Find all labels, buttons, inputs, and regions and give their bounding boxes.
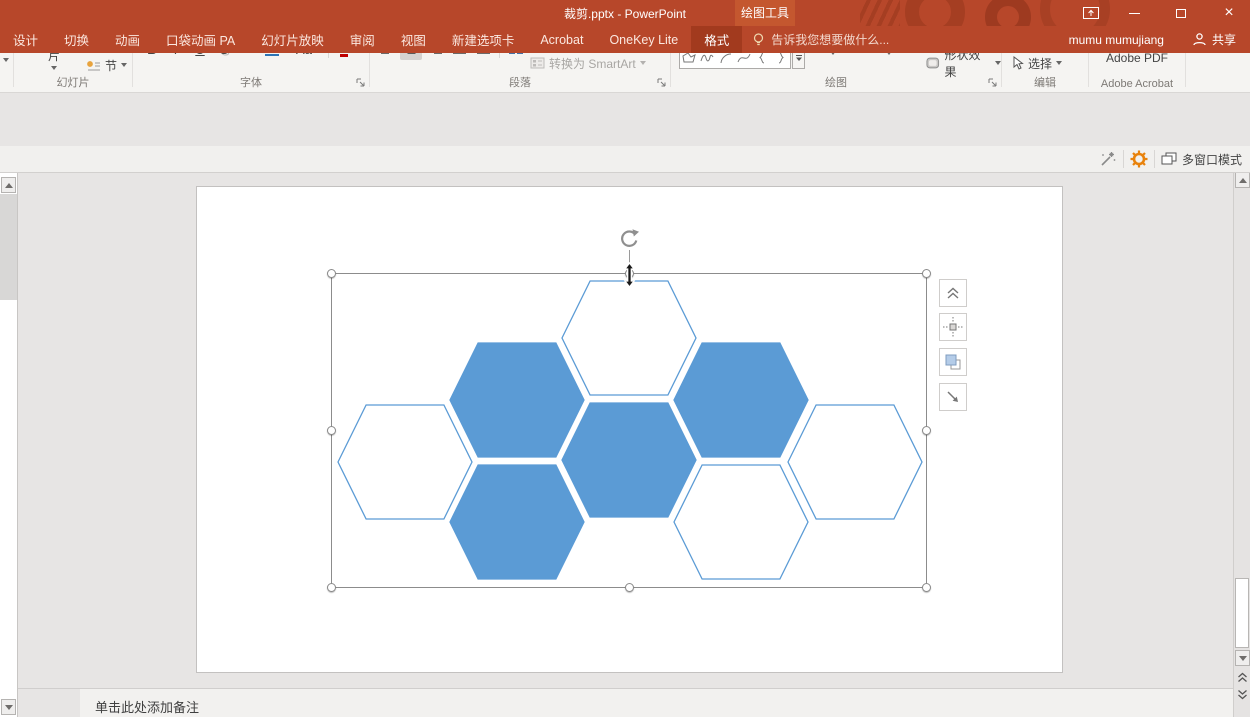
tab-5[interactable]: 幻灯片放映 <box>248 26 337 53</box>
tab-1[interactable]: 设计 <box>0 26 51 53</box>
minimize-button[interactable] <box>1117 0 1151 26</box>
tab-list: 设计切换动画口袋动画 PA幻灯片放映审阅视图新建选项卡AcrobatOneKey… <box>0 26 691 53</box>
right-scroll-up-button[interactable] <box>1235 172 1250 188</box>
cursor-arrow-icon <box>1010 56 1024 70</box>
tab-format[interactable]: 格式 <box>691 26 742 53</box>
smartart-icon <box>530 56 545 70</box>
window-title: 裁剪.pptx - PowerPoint <box>0 5 1250 22</box>
next-slide-button[interactable] <box>1235 687 1250 701</box>
position-center-button[interactable] <box>939 313 967 341</box>
acrobat-group-label: Adobe Acrobat <box>1089 78 1185 90</box>
tab-2[interactable]: 切换 <box>51 26 102 53</box>
left-scrollbar-thumb[interactable] <box>0 194 17 300</box>
notes-placeholder: 单击此处添加备注 <box>95 697 199 716</box>
tab-10[interactable]: OneKey Lite <box>596 26 691 53</box>
maximize-button[interactable] <box>1164 0 1198 26</box>
notes-gap <box>18 688 80 717</box>
section-label: 节 <box>105 57 117 74</box>
multi-window-label: 多窗口模式 <box>1182 151 1242 168</box>
account-area: mumu mumujiang 共享 <box>1069 26 1250 53</box>
shape-effects-button[interactable]: 形状效果 <box>925 52 1001 74</box>
minimize-icon <box>1129 13 1140 14</box>
double-chevron-up-icon <box>1237 672 1248 683</box>
double-chevron-down-icon <box>1237 689 1248 700</box>
chevron-down-icon <box>51 66 57 70</box>
position-icon <box>943 317 963 337</box>
notes-panel[interactable]: 单击此处添加备注 <box>80 688 1233 717</box>
divider <box>1154 150 1155 168</box>
gear-icon[interactable] <box>1130 150 1148 168</box>
double-chevron-up-icon <box>944 285 962 301</box>
convert-smartart-button[interactable]: 转换为 SmartArt <box>530 52 646 74</box>
drawing-dialog-launcher[interactable] <box>988 78 999 89</box>
left-scroll-down-button[interactable] <box>1 699 16 715</box>
user-name[interactable]: mumu mumujiang <box>1069 33 1164 47</box>
tab-7[interactable]: 视图 <box>388 26 439 53</box>
font-dialog-launcher[interactable] <box>356 78 367 89</box>
paragraph-dialog-launcher[interactable] <box>657 78 668 89</box>
magic-wand-icon[interactable] <box>1099 150 1117 168</box>
ns-resize-cursor <box>622 262 637 288</box>
tell-me-label: 告诉我您想要做什么... <box>771 31 889 48</box>
shape-effects-icon <box>925 56 941 70</box>
tell-me-box[interactable]: 告诉我您想要做什么... <box>742 26 899 53</box>
divider <box>1123 150 1124 168</box>
chevron-down-icon <box>995 61 1001 65</box>
selection-handle-top-right[interactable] <box>922 269 931 278</box>
chevron-down-icon <box>640 61 646 65</box>
selection-handle-bottom-left[interactable] <box>327 583 336 592</box>
left-scroll-up-button[interactable] <box>1 177 16 193</box>
context-tool-header: 绘图工具 <box>735 0 795 26</box>
right-scrollbar-thumb[interactable] <box>1235 578 1249 648</box>
multi-window-mode-button[interactable]: 多窗口模式 <box>1161 151 1242 168</box>
previous-slide-button[interactable] <box>1235 670 1250 684</box>
title-bar: 裁剪.pptx - PowerPoint 绘图工具 × <box>0 0 1250 26</box>
lightbulb-icon <box>752 32 765 48</box>
maximize-icon <box>1176 9 1186 18</box>
selection-handle-top-left[interactable] <box>327 269 336 278</box>
tab-4[interactable]: 口袋动画 PA <box>153 26 248 53</box>
tab-9[interactable]: Acrobat <box>527 26 596 53</box>
plugin-toolbar-strip: 多窗口模式 <box>0 146 1250 173</box>
chevron-down-icon[interactable] <box>3 58 9 62</box>
selection-handle-middle-right[interactable] <box>922 426 931 435</box>
selection-bounding-box[interactable] <box>331 273 927 588</box>
left-scrollbar[interactable] <box>0 173 18 717</box>
multi-window-icon <box>1161 152 1177 166</box>
section-icon <box>86 59 101 72</box>
resize-diagonal-button[interactable] <box>939 383 967 411</box>
collapse-panel-button[interactable] <box>939 279 967 307</box>
select-label: 选择 <box>1028 55 1052 72</box>
share-button[interactable]: 共享 <box>1178 26 1250 53</box>
person-icon <box>1192 32 1207 47</box>
section-button[interactable]: 节 <box>86 54 132 76</box>
select-button[interactable]: 选择 <box>1010 52 1062 74</box>
bring-forward-button[interactable] <box>939 348 967 376</box>
right-scrollbar[interactable] <box>1233 170 1250 717</box>
close-button[interactable]: × <box>1212 0 1246 26</box>
selection-handle-bottom-right[interactable] <box>922 583 931 592</box>
chevron-down-icon <box>121 63 127 67</box>
ribbon-tab-row: 设计切换动画口袋动画 PA幻灯片放映审阅视图新建选项卡AcrobatOneKey… <box>0 26 1250 53</box>
overlap-squares-icon <box>943 352 963 372</box>
tab-3[interactable]: 动画 <box>102 26 153 53</box>
smartart-label: 转换为 SmartArt <box>549 55 636 72</box>
drawing-group-label: 绘图 <box>671 74 1001 90</box>
slides-group-label: 幻灯片 <box>14 74 132 90</box>
diagonal-arrow-icon <box>944 388 962 406</box>
selection-handle-bottom-center[interactable] <box>625 583 634 592</box>
tab-6[interactable]: 审阅 <box>337 26 388 53</box>
font-group-label: 字体 <box>133 74 369 90</box>
rotation-handle[interactable] <box>618 228 640 250</box>
tab-8[interactable]: 新建选项卡 <box>439 26 528 53</box>
ribbon-display-options-button[interactable] <box>1074 0 1108 26</box>
right-scroll-down-button[interactable] <box>1235 650 1250 666</box>
selection-handle-middle-left[interactable] <box>327 426 336 435</box>
share-label: 共享 <box>1212 31 1236 48</box>
create-share-pdf-label-2: Adobe PDF <box>1106 51 1168 66</box>
chevron-down-icon <box>1056 61 1062 65</box>
paragraph-group-label: 段落 <box>370 74 670 90</box>
editing-group-label: 编辑 <box>1002 74 1088 90</box>
